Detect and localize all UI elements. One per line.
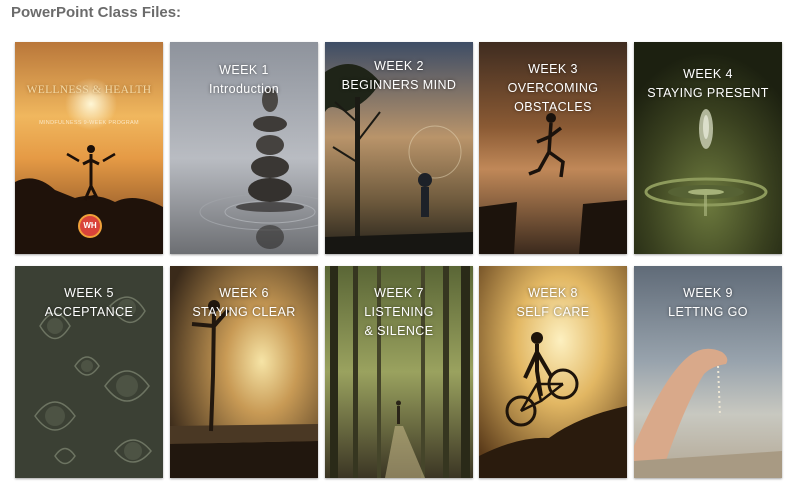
- week-number: WEEK 8: [528, 286, 578, 300]
- week-9-label: WEEK 9 LETTING GO: [634, 284, 782, 322]
- week-topic: LETTING GO: [668, 305, 748, 319]
- week-1-card[interactable]: WEEK 1 Introduction: [170, 42, 318, 254]
- week-topic: STAYING PRESENT: [647, 86, 769, 100]
- week-9-card[interactable]: WEEK 9 LETTING GO: [634, 266, 782, 478]
- week-5-label: WEEK 5 ACCEPTANCE: [15, 284, 163, 322]
- week-number: WEEK 1: [219, 63, 269, 77]
- week-topic: STAYING CLEAR: [192, 305, 296, 319]
- week-6-card[interactable]: WEEK 6 STAYING CLEAR: [170, 266, 318, 478]
- week-1-label: WEEK 1 Introduction: [170, 61, 318, 99]
- week-3-card[interactable]: WEEK 3 OVERCOMING OBSTACLES: [479, 42, 627, 254]
- week-number: WEEK 9: [683, 286, 733, 300]
- week-topic: LISTENING: [364, 305, 434, 319]
- week-number: WEEK 6: [219, 286, 269, 300]
- week-topic: SELF CARE: [516, 305, 590, 319]
- week-topic: OVERCOMING: [507, 81, 599, 95]
- week-topic: Introduction: [208, 82, 280, 96]
- week-number: WEEK 4: [683, 67, 733, 81]
- week-7-label: WEEK 7 LISTENING & SILENCE: [325, 284, 473, 341]
- week-topic: ACCEPTANCE: [44, 305, 134, 319]
- week-2-card[interactable]: WEEK 2 BEGINNERS MIND: [325, 42, 473, 254]
- wellness-program-cover[interactable]: WELLNESS & HEALTH MINDFULNESS 9-WEEK PRO…: [15, 42, 163, 254]
- week-8-card[interactable]: WEEK 8 SELF CARE: [479, 266, 627, 478]
- week-topic-line-2: & SILENCE: [364, 324, 434, 338]
- week-5-card[interactable]: WEEK 5 ACCEPTANCE: [15, 266, 163, 478]
- week-number: WEEK 2: [374, 59, 424, 73]
- week-8-label: WEEK 8 SELF CARE: [479, 284, 627, 322]
- cover-title: WELLNESS & HEALTH: [26, 84, 152, 96]
- cover-subtitle: MINDFULNESS 9-WEEK PROGRAM: [39, 120, 139, 126]
- week-4-card[interactable]: WEEK 4 STAYING PRESENT: [634, 42, 782, 254]
- week-6-label: WEEK 6 STAYING CLEAR: [170, 284, 318, 322]
- week-number: WEEK 3: [528, 62, 578, 76]
- week-4-label: WEEK 4 STAYING PRESENT: [634, 65, 782, 103]
- week-number: WEEK 7: [374, 286, 424, 300]
- week-7-card[interactable]: WEEK 7 LISTENING & SILENCE: [325, 266, 473, 478]
- week-3-label: WEEK 3 OVERCOMING OBSTACLES: [479, 60, 627, 117]
- class-files-grid: WELLNESS & HEALTH MINDFULNESS 9-WEEK PRO…: [0, 0, 800, 488]
- week-2-label: WEEK 2 BEGINNERS MIND: [325, 57, 473, 95]
- program-logo: WH: [78, 214, 102, 238]
- week-number: WEEK 5: [64, 286, 114, 300]
- week-topic-line-2: OBSTACLES: [514, 100, 592, 114]
- week-topic: BEGINNERS MIND: [341, 78, 457, 92]
